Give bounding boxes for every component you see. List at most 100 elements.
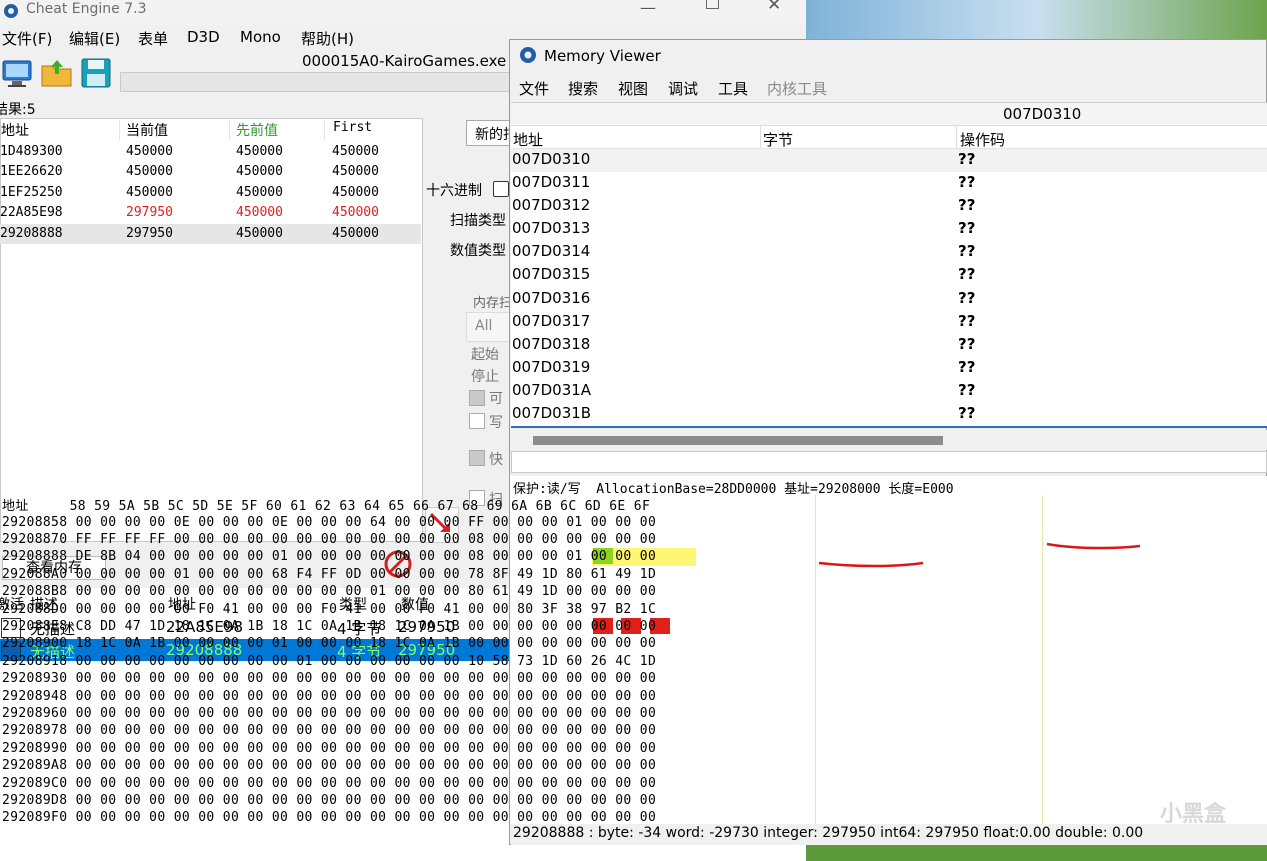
menu-edit[interactable]: 编辑(E) (69, 28, 120, 49)
result-row-selected[interactable]: 29208888 297950 450000 450000 (0, 224, 421, 244)
hex-row[interactable]: 292089F0 00 00 00 00 00 00 00 00 00 00 0… (2, 810, 656, 824)
dis-address: 007D0317 (512, 312, 591, 330)
disassembler-header (511, 126, 1267, 149)
dis-col-opcode[interactable]: 操作码 (960, 129, 1005, 150)
result-previous: 450000 (236, 144, 283, 159)
minimize-icon[interactable]: — (640, 0, 656, 17)
dis-col-address[interactable]: 地址 (513, 129, 543, 150)
disassembly-row[interactable]: 007D0314?? (511, 241, 1267, 264)
option-label: 快 (489, 452, 503, 468)
dis-address: 007D0315 (512, 265, 591, 283)
folder-open-icon (41, 60, 72, 87)
hex-row[interactable]: 29208870 FF FF FF FF 00 00 00 00 00 00 0… (2, 532, 656, 549)
col-previous-value[interactable]: 先前值 (235, 120, 325, 140)
hex-row[interactable]: 29208858 00 00 00 00 0E 00 00 00 0E 00 0… (2, 515, 656, 532)
disassembly-row[interactable]: 007D0317?? (511, 311, 1267, 334)
hex-row[interactable]: 292089C0 00 00 00 00 00 00 00 00 00 00 0… (2, 776, 656, 793)
dis-opcode: ?? (958, 265, 976, 283)
splitter[interactable] (511, 426, 1267, 428)
disassembly-row[interactable]: 007D031B?? (511, 403, 1267, 426)
result-address: 29208888 (0, 226, 63, 241)
save-button[interactable] (79, 56, 113, 90)
mv-menu-kernel-tools[interactable]: 内核工具 (767, 78, 827, 99)
writable-checkbox[interactable] (469, 390, 485, 406)
result-previous: 450000 (236, 226, 283, 241)
hex-row[interactable]: 292088A0 00 00 00 00 01 00 00 00 68 F4 F… (2, 567, 656, 584)
result-previous: 450000 (236, 205, 283, 220)
dis-address: 007D0318 (512, 335, 591, 353)
menu-file[interactable]: 文件(F) (2, 28, 52, 49)
dis-address: 007D0313 (512, 219, 591, 237)
hex-row[interactable]: 292088E8 C8 DD 47 1D 18 1C 0A 1B 18 1C 0… (2, 619, 656, 636)
disassembly-row[interactable]: 007D031A?? (511, 380, 1267, 403)
copy-on-write-checkbox[interactable] (469, 413, 485, 429)
fast-scan-checkbox[interactable] (469, 450, 485, 466)
menu-help[interactable]: 帮助(H) (301, 28, 354, 49)
hex-row[interactable]: 29208918 00 00 00 00 00 00 00 00 00 01 0… (2, 654, 656, 671)
menu-d3d[interactable]: D3D (187, 28, 220, 46)
result-address: 1D489300 (0, 144, 63, 159)
hex-row[interactable]: 292088B8 00 00 00 00 00 00 00 00 00 00 0… (2, 584, 656, 601)
result-row[interactable]: 1EE26620 450000 450000 450000 (0, 162, 421, 182)
disassembly-row[interactable]: 007D0319?? (511, 357, 1267, 380)
hex-row[interactable]: 292089A8 00 00 00 00 00 00 00 00 00 00 0… (2, 758, 656, 775)
dis-opcode: ?? (958, 289, 976, 307)
dis-address: 007D031A (512, 381, 592, 399)
disassembly-row[interactable]: 007D0310?? (511, 149, 1267, 172)
game-scene-top (806, 0, 1267, 40)
disassembler-address-bar (511, 103, 1267, 126)
dis-opcode: ?? (958, 312, 976, 330)
dis-col-bytes[interactable]: 字节 (763, 129, 793, 150)
col-address[interactable]: 地址 (0, 120, 120, 140)
hex-row[interactable]: 29208900 18 1C 0A 1B 00 00 00 00 01 00 0… (2, 636, 656, 653)
hex-row[interactable]: 292089D8 00 00 00 00 00 00 00 00 00 00 0… (2, 793, 656, 810)
disassembly-row[interactable]: 007D0318?? (511, 334, 1267, 357)
dis-address: 007D0319 (512, 358, 591, 376)
watermark: 小黑盒 (1160, 802, 1227, 827)
result-current: 450000 (126, 185, 173, 200)
col-first[interactable]: First (332, 120, 420, 140)
hex-row[interactable]: 29208990 00 00 00 00 00 00 00 00 00 00 0… (2, 741, 656, 758)
hex-row[interactable]: 29208948 00 00 00 00 00 00 00 00 00 00 0… (2, 689, 656, 706)
scan-type-label: 扫描类型 (450, 213, 506, 229)
hex-row[interactable]: 29208888 DE 8B 04 00 00 00 00 00 01 00 0… (2, 549, 656, 566)
memory-region-value: All (475, 318, 493, 334)
result-row[interactable]: 1D489300 450000 450000 450000 (0, 142, 421, 162)
hex-row[interactable]: 29208960 00 00 00 00 00 00 00 00 00 00 0… (2, 706, 656, 723)
disassembly-row[interactable]: 007D0311?? (511, 172, 1267, 195)
menu-table[interactable]: 表单 (138, 28, 168, 49)
horizontal-scrollbar[interactable] (511, 430, 1267, 450)
open-file-button[interactable] (40, 56, 74, 90)
result-row[interactable]: 22A85E98 297950 450000 450000 (0, 203, 421, 223)
disassembly-row[interactable]: 007D0316?? (511, 288, 1267, 311)
mv-menu-file[interactable]: 文件 (519, 78, 549, 99)
hex-row[interactable]: 292088D0 00 00 00 00 00 F0 41 00 00 00 F… (2, 602, 656, 619)
disassembler-current-address: 007D0310 (1003, 105, 1082, 123)
menu-mono[interactable]: Mono (240, 28, 281, 46)
mv-menu-search[interactable]: 搜索 (568, 78, 598, 99)
result-address: 22A85E98 (0, 205, 63, 220)
mv-menu-tools[interactable]: 工具 (718, 78, 748, 99)
dis-opcode: ?? (958, 381, 976, 399)
open-process-button[interactable] (0, 56, 34, 90)
dis-address: 007D0316 (512, 289, 591, 307)
result-row[interactable]: 1EF25250 450000 450000 450000 (0, 183, 421, 203)
disassembly-row[interactable]: 007D0313?? (511, 218, 1267, 241)
ce-window-title: Cheat Engine 7.3 (26, 1, 147, 17)
disassembly-row[interactable]: 007D0315?? (511, 264, 1267, 287)
close-icon[interactable]: ✕ (767, 0, 781, 15)
hex-row[interactable]: 29208930 00 00 00 00 00 00 00 00 00 00 0… (2, 671, 656, 688)
hex-row[interactable]: 29208978 00 00 00 00 00 00 00 00 00 00 0… (2, 723, 656, 740)
mv-menu-debug[interactable]: 调试 (668, 78, 698, 99)
disassembly-row[interactable]: 007D0312?? (511, 195, 1267, 218)
floppy-disk-icon (81, 58, 111, 88)
maximize-icon[interactable] (706, 0, 719, 9)
mv-menu-view[interactable]: 视图 (618, 78, 648, 99)
col-current-value[interactable]: 当前值 (125, 120, 230, 140)
scrollbar-thumb[interactable] (533, 436, 943, 445)
value-type-label: 数值类型 (450, 243, 506, 259)
info-input[interactable] (511, 451, 1267, 473)
computer-icon (2, 60, 32, 87)
dis-address: 007D0312 (512, 196, 591, 214)
hex-checkbox[interactable] (493, 181, 509, 197)
